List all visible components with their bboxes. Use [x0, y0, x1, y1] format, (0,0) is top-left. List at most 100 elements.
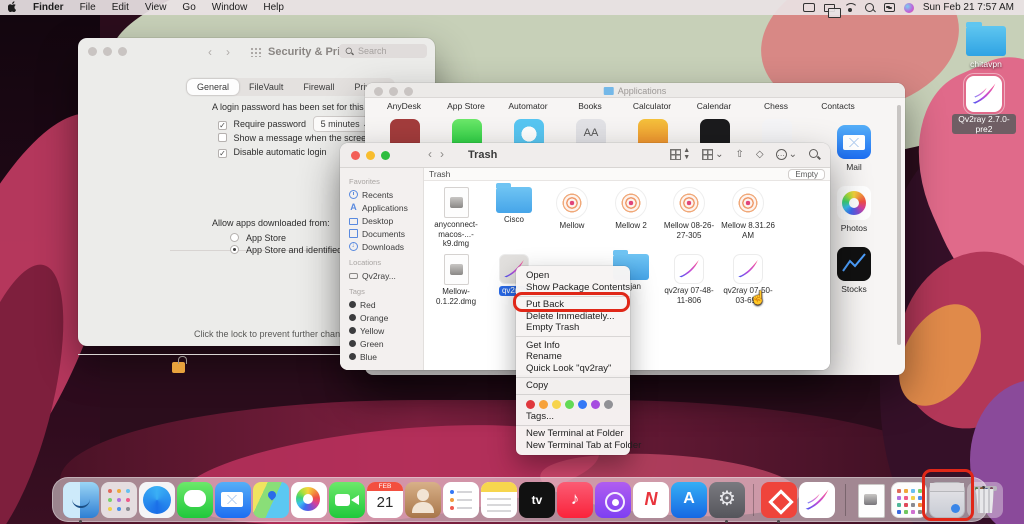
- file-qv2ray-075003[interactable]: qv2ray 07-50-03-692: [719, 254, 777, 305]
- file-anyconnect-dmg[interactable]: anyconnect-macos-...-k9.dmg: [427, 187, 485, 249]
- close-button[interactable]: [88, 47, 97, 56]
- dock-qv2ray-icon[interactable]: [799, 482, 835, 518]
- dock-calendar-icon[interactable]: FEB 21: [367, 482, 403, 518]
- menu-window[interactable]: Window: [204, 2, 256, 13]
- app-label-chess[interactable]: Chess: [745, 101, 807, 111]
- file-mellow-dmg[interactable]: Mellow-0.1.22.dmg: [427, 254, 485, 306]
- lock-message-checkbox[interactable]: [218, 133, 227, 142]
- sidebar-tag-orange[interactable]: Orange: [349, 311, 423, 324]
- file-mellow[interactable]: Mellow: [543, 187, 601, 231]
- sidebar-item-desktop[interactable]: Desktop: [349, 214, 423, 227]
- menu-bar-clock[interactable]: Sun Feb 21 7:57 AM: [923, 2, 1014, 13]
- search-button[interactable]: [809, 149, 820, 160]
- sidebar-tag-green[interactable]: Green: [349, 337, 423, 350]
- dock-safari-icon[interactable]: [139, 482, 175, 518]
- menu-item-empty-trash[interactable]: Empty Trash: [516, 322, 630, 334]
- dock-facetime-icon[interactable]: [329, 482, 365, 518]
- desktop-icon-chitavpn[interactable]: chitavpn: [954, 26, 1018, 69]
- tab-general[interactable]: General: [187, 79, 239, 95]
- dock-photos-icon[interactable]: [291, 482, 327, 518]
- dock-messages-icon[interactable]: [177, 482, 213, 518]
- dock-contacts-icon[interactable]: [405, 482, 441, 518]
- app-label-calendar[interactable]: Calendar: [683, 101, 745, 111]
- dock-dmg-file-icon[interactable]: [853, 482, 889, 518]
- tags-button[interactable]: ◇: [756, 149, 764, 160]
- dock-appstore-icon[interactable]: A: [671, 482, 707, 518]
- app-label-calculator[interactable]: Calculator: [621, 101, 683, 111]
- tag-gray-dot[interactable]: [604, 400, 613, 409]
- menu-file[interactable]: File: [72, 2, 104, 13]
- window-controls[interactable]: [351, 151, 390, 160]
- sidebar-item-documents[interactable]: Documents: [349, 227, 423, 240]
- apple-menu[interactable]: [0, 1, 25, 15]
- desktop-icon-qv2ray[interactable]: Qv2ray 2.7.0-pre2: [952, 76, 1016, 134]
- app-item-stocks[interactable]: Stocks: [823, 247, 885, 294]
- menu-item-new-terminal-tab[interactable]: New Terminal Tab at Folder: [516, 440, 630, 452]
- menu-edit[interactable]: Edit: [104, 2, 137, 13]
- radio-icon[interactable]: [230, 245, 239, 254]
- dock-tv-icon[interactable]: tv: [519, 482, 555, 518]
- security-titlebar[interactable]: ‹› Security & Privacy Search: [78, 38, 435, 64]
- menu-finder[interactable]: Finder: [25, 2, 72, 13]
- dock-anydesk-icon[interactable]: [761, 482, 797, 518]
- trash-toolbar[interactable]: ‹› Trash ▲▼ ⌄ ⇧ ◇ …⌄: [340, 143, 830, 168]
- file-mellow-08-26[interactable]: Mellow 08-26-27-305: [660, 187, 718, 240]
- zoom-button[interactable]: [404, 87, 413, 96]
- input-source-icon[interactable]: [803, 3, 815, 12]
- more-actions-button[interactable]: …⌄: [776, 149, 797, 160]
- file-mellow-2[interactable]: Mellow 2: [602, 187, 660, 231]
- search-field[interactable]: Search: [339, 44, 427, 58]
- menu-item-rename[interactable]: Rename: [516, 351, 630, 363]
- menu-view[interactable]: View: [137, 2, 175, 13]
- applications-titlebar[interactable]: Applications: [365, 83, 905, 98]
- menu-item-get-info[interactable]: Get Info: [516, 340, 630, 352]
- back-forward-buttons[interactable]: ‹›: [208, 45, 244, 59]
- close-button[interactable]: [351, 151, 360, 160]
- menu-item-delete-immediately[interactable]: Delete Immediately...: [516, 311, 630, 323]
- app-label-appstore[interactable]: App Store: [435, 101, 497, 111]
- dock-maps-icon[interactable]: [253, 482, 289, 518]
- unlock-icon[interactable]: [172, 362, 185, 373]
- tag-purple-dot[interactable]: [591, 400, 600, 409]
- menu-go[interactable]: Go: [174, 2, 203, 13]
- menu-item-open[interactable]: Open: [516, 270, 630, 282]
- wifi-icon[interactable]: [844, 3, 856, 12]
- tag-blue-dot[interactable]: [578, 400, 587, 409]
- control-center-icon[interactable]: [884, 3, 895, 12]
- app-label-contacts[interactable]: Contacts: [807, 101, 869, 111]
- zoom-button[interactable]: [381, 151, 390, 160]
- menu-help[interactable]: Help: [255, 2, 292, 13]
- sidebar-tag-yellow[interactable]: Yellow: [349, 324, 423, 337]
- app-label-books[interactable]: Books: [559, 101, 621, 111]
- sidebar-tag-red[interactable]: Red: [349, 298, 423, 311]
- app-label-automator[interactable]: Automator: [497, 101, 559, 111]
- radio-icon[interactable]: [230, 233, 239, 242]
- group-button[interactable]: ⌄: [702, 149, 723, 160]
- zoom-button[interactable]: [118, 47, 127, 56]
- tag-green-dot[interactable]: [565, 400, 574, 409]
- spotlight-icon[interactable]: [865, 3, 875, 13]
- tab-filevault[interactable]: FileVault: [239, 79, 293, 95]
- menu-item-quick-look[interactable]: Quick Look "qv2ray": [516, 363, 630, 375]
- window-controls[interactable]: [88, 47, 127, 56]
- minimize-button[interactable]: [366, 151, 375, 160]
- screen-mirroring-icon[interactable]: [824, 4, 835, 12]
- dock-mail-icon[interactable]: [215, 482, 251, 518]
- show-all-icon[interactable]: [250, 47, 262, 57]
- empty-trash-button[interactable]: Empty: [788, 169, 825, 180]
- app-item-mail[interactable]: Mail: [823, 125, 885, 172]
- tag-orange-dot[interactable]: [539, 400, 548, 409]
- tag-red-dot[interactable]: [526, 400, 535, 409]
- require-password-checkbox[interactable]: ✓: [218, 121, 227, 130]
- file-mellow-83126[interactable]: Mellow 8.31.26 AM: [719, 187, 777, 240]
- back-forward-buttons[interactable]: ‹›: [428, 147, 452, 161]
- sidebar-tag-blue[interactable]: Blue: [349, 350, 423, 363]
- dock-music-icon[interactable]: ♪: [557, 482, 593, 518]
- menu-item-new-terminal[interactable]: New Terminal at Folder: [516, 428, 630, 440]
- file-qv2ray-074811[interactable]: qv2ray 07-48-11-806: [660, 254, 718, 305]
- menu-item-tags[interactable]: Tags...: [516, 411, 630, 423]
- sidebar-item-applications[interactable]: AApplications: [349, 201, 423, 214]
- dock-news-icon[interactable]: N: [633, 482, 669, 518]
- dock-podcasts-icon[interactable]: [595, 482, 631, 518]
- view-options-button[interactable]: ▲▼: [670, 147, 690, 161]
